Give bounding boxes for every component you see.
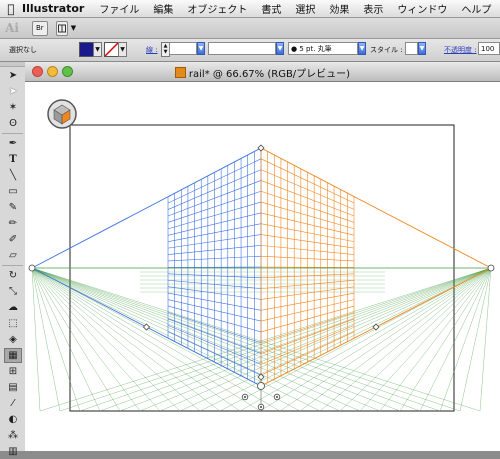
warp-icon[interactable]: ☁ bbox=[4, 300, 22, 315]
menu-view[interactable]: 表示 bbox=[356, 1, 390, 16]
lasso-icon[interactable]: ʘ bbox=[4, 116, 22, 131]
document-title-text: rail* @ 66.67% (RGB/プレビュー) bbox=[189, 69, 350, 80]
perspective-grid-icon[interactable]: ▦ bbox=[4, 348, 22, 363]
pencil-icon[interactable]: ✏ bbox=[4, 216, 22, 231]
profile-dropdown[interactable]: ▼ bbox=[276, 42, 284, 55]
app-menu[interactable]: Illustrator bbox=[22, 2, 84, 15]
document-title-bar[interactable]: rail* @ 66.67% (RGB/プレビュー) bbox=[25, 62, 500, 82]
plane-switching-widget[interactable] bbox=[48, 100, 76, 128]
symbol-sprayer-icon[interactable]: ⁂ bbox=[4, 428, 22, 443]
menu-type[interactable]: 書式 bbox=[254, 1, 288, 16]
arrange-icon bbox=[57, 22, 67, 35]
stroke-dropdown[interactable]: ▼ bbox=[118, 42, 127, 57]
ground-grid-line bbox=[480, 268, 491, 411]
selection-status: 選択なし bbox=[9, 45, 37, 55]
rotate-icon[interactable]: ↻ bbox=[4, 268, 22, 283]
toolbox-grip[interactable] bbox=[0, 62, 25, 67]
menu-window[interactable]: ウィンドウ bbox=[390, 1, 454, 16]
brush-dropdown[interactable]: ▼ bbox=[358, 42, 366, 55]
application-bar: Ai Br ▼ bbox=[0, 18, 500, 39]
ground-level-handle[interactable] bbox=[258, 383, 265, 390]
document-window: rail* @ 66.67% (RGB/プレビュー) bbox=[25, 62, 500, 451]
stroke-color-swatch[interactable] bbox=[104, 42, 119, 57]
style-swatch[interactable] bbox=[405, 42, 418, 55]
blend-icon[interactable]: ◐ bbox=[4, 412, 22, 427]
column-graph-icon[interactable]: ▥ bbox=[4, 444, 22, 459]
right-vanishing-point-handle[interactable] bbox=[488, 265, 494, 271]
left-vanishing-point-handle[interactable] bbox=[29, 265, 35, 271]
mesh-icon[interactable]: ⊞ bbox=[4, 364, 22, 379]
shape-builder-icon[interactable]: ◈ bbox=[4, 332, 22, 347]
menu-help[interactable]: ヘルプ bbox=[454, 1, 498, 16]
stroke-weight-dropdown[interactable]: ▼ bbox=[197, 42, 205, 55]
control-dot bbox=[244, 396, 246, 398]
control-dot bbox=[260, 406, 262, 408]
app-logo: Ai bbox=[0, 21, 24, 35]
menu-select[interactable]: 選択 bbox=[288, 1, 322, 16]
menu-bar:  Illustrator ファイル 編集 オブジェクト 書式 選択 効果 表示… bbox=[0, 0, 500, 18]
menu-object[interactable]: オブジェクト bbox=[180, 1, 254, 16]
style-label: スタイル : bbox=[370, 45, 403, 55]
eyedropper-icon[interactable]: ⁄ bbox=[4, 396, 22, 411]
stroke-label[interactable]: 線 : bbox=[146, 45, 158, 55]
menu-file[interactable]: ファイル bbox=[92, 1, 146, 16]
stroke-weight-field[interactable] bbox=[169, 42, 197, 55]
menu-edit[interactable]: 編集 bbox=[146, 1, 180, 16]
apple-menu-icon[interactable]:  bbox=[0, 2, 22, 16]
eraser-icon[interactable]: ▱ bbox=[4, 248, 22, 263]
control-bar: 選択なし ▼ ▼ 線 : ▲▼ ▼ ▼ ● 5 pt. 丸筆 ▼ スタイル : … bbox=[0, 39, 500, 62]
ground-grid-line bbox=[460, 268, 491, 411]
arrange-documents-button[interactable] bbox=[56, 21, 68, 36]
canvas[interactable] bbox=[25, 82, 500, 451]
line-icon[interactable]: ╲ bbox=[4, 168, 22, 183]
document-icon bbox=[175, 67, 186, 78]
magic-wand-icon[interactable]: ✶ bbox=[4, 100, 22, 115]
perspective-grid-canvas[interactable] bbox=[25, 82, 500, 451]
menu-effect[interactable]: 効果 bbox=[322, 1, 356, 16]
selection-arrow-icon[interactable]: ➤ bbox=[4, 68, 22, 83]
direct-selection-icon[interactable]: ➤ bbox=[4, 84, 22, 99]
brush-definition[interactable]: ● 5 pt. 丸筆 bbox=[288, 42, 358, 55]
fill-color-swatch[interactable] bbox=[79, 42, 94, 57]
document-title: rail* @ 66.67% (RGB/プレビュー) bbox=[25, 65, 500, 80]
type-icon[interactable]: T bbox=[4, 152, 22, 167]
scale-icon[interactable]: ⤡ bbox=[4, 284, 22, 299]
brush-value: 5 pt. 丸筆 bbox=[299, 45, 331, 53]
variable-width-profile[interactable] bbox=[208, 42, 276, 55]
opacity-label[interactable]: 不透明度 : bbox=[444, 45, 477, 55]
opacity-field[interactable]: 100 bbox=[478, 42, 500, 55]
paintbrush-icon[interactable]: ✎ bbox=[4, 200, 22, 215]
bridge-button[interactable]: Br bbox=[32, 21, 48, 36]
control-dot bbox=[276, 396, 278, 398]
fill-dropdown[interactable]: ▼ bbox=[93, 42, 102, 57]
gradient-icon[interactable]: ▤ bbox=[4, 380, 22, 395]
style-dropdown[interactable]: ▼ bbox=[418, 42, 426, 55]
brush-dot-icon: ● bbox=[291, 45, 297, 53]
arrange-dropdown-icon[interactable]: ▼ bbox=[71, 24, 76, 32]
rectangle-icon[interactable]: ▭ bbox=[4, 184, 22, 199]
none-stroke-icon bbox=[105, 43, 118, 56]
free-transform-icon[interactable]: ⬚ bbox=[4, 316, 22, 331]
tools-panel: ➤ ➤ ✶ ʘ ✒ T ╲ ▭ ✎ ✏ ✐ ▱ ↻ ⤡ ☁ ⬚ ◈ ▦ ⊞ ▤ … bbox=[0, 62, 26, 451]
blob-brush-icon[interactable]: ✐ bbox=[4, 232, 22, 247]
pen-icon[interactable]: ✒ bbox=[4, 136, 22, 151]
